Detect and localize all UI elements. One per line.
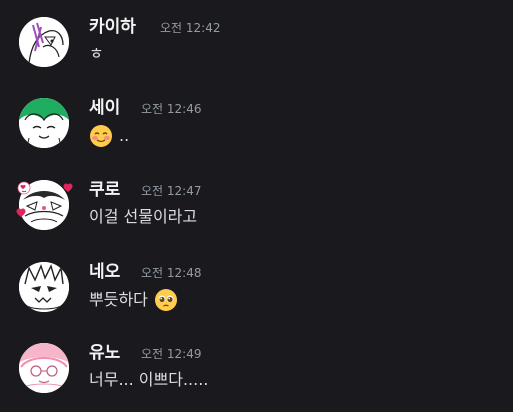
kaiha-avatar-icon bbox=[19, 17, 69, 67]
message-text: 너무... 이쁘다..... bbox=[89, 370, 209, 389]
message-content: 뿌듯하다 bbox=[89, 288, 178, 312]
pleading-face-emoji-icon bbox=[154, 288, 178, 312]
timestamp: 오전 12:42 bbox=[160, 21, 221, 35]
message-text: ㅎ bbox=[89, 44, 104, 63]
avatar-kaiha[interactable] bbox=[19, 17, 69, 67]
heart-icon bbox=[63, 183, 73, 192]
message-content: 이걸 선물이라고 bbox=[89, 206, 197, 228]
chat-message: 네오 오전 12:48 뿌듯하다 bbox=[0, 262, 513, 322]
avatar-sei[interactable] bbox=[19, 98, 69, 148]
author-name[interactable]: 유노 bbox=[89, 343, 120, 363]
chat-message-list: 카이하 오전 12:42 ㅎ 세이 오전 12:46 .. 쿠로 오전 12:4… bbox=[0, 0, 513, 412]
author-name[interactable]: 카이하 bbox=[89, 17, 136, 37]
author-name[interactable]: 세이 bbox=[89, 98, 120, 118]
avatar-neo[interactable] bbox=[19, 262, 69, 312]
avatar-yuno[interactable] bbox=[19, 343, 69, 393]
neo-avatar-icon bbox=[19, 262, 69, 312]
heart-icon bbox=[16, 208, 26, 217]
chat-message: 카이하 오전 12:42 ㅎ bbox=[0, 17, 513, 77]
chat-message: 쿠로 오전 12:47 이걸 선물이라고 bbox=[0, 180, 513, 240]
chat-message: 세이 오전 12:46 .. bbox=[0, 98, 513, 158]
message-content: .. bbox=[89, 124, 129, 148]
message-content: ㅎ bbox=[89, 43, 104, 65]
sei-avatar-icon bbox=[19, 98, 69, 148]
yuno-avatar-icon bbox=[19, 343, 69, 393]
message-text: .. bbox=[119, 126, 130, 145]
message-text: 이걸 선물이라고 bbox=[89, 207, 198, 226]
timestamp: 오전 12:47 bbox=[141, 184, 202, 198]
heart-eyes-sticker-icon bbox=[17, 181, 31, 195]
author-name[interactable]: 쿠로 bbox=[89, 180, 120, 200]
message-text: 뿌듯하다 bbox=[89, 290, 148, 309]
smiling-face-with-blush-emoji-icon bbox=[89, 124, 113, 148]
timestamp: 오전 12:46 bbox=[141, 102, 202, 116]
timestamp: 오전 12:48 bbox=[141, 266, 202, 280]
timestamp: 오전 12:49 bbox=[141, 347, 202, 361]
message-content: 너무... 이쁘다..... bbox=[89, 369, 208, 391]
author-name[interactable]: 네오 bbox=[89, 262, 120, 282]
chat-message: 유노 오전 12:49 너무... 이쁘다..... bbox=[0, 343, 513, 403]
